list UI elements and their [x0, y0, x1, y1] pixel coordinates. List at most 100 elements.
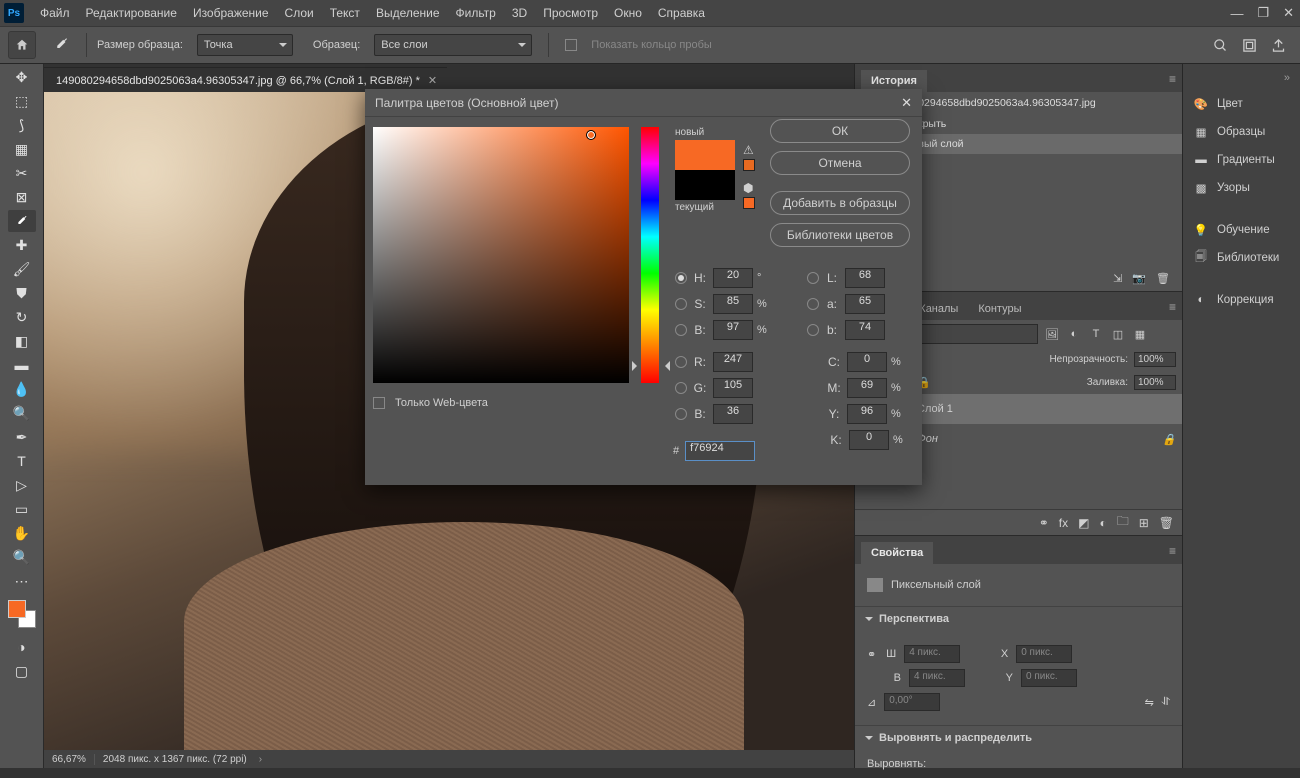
color-panel-shortcut[interactable]: 🎨Цвет — [1189, 90, 1294, 118]
r-field[interactable]: 247 — [713, 352, 753, 372]
g-field[interactable]: 105 — [713, 378, 753, 398]
g-radio[interactable] — [675, 382, 687, 394]
mask-icon[interactable]: ◩ — [1078, 516, 1089, 530]
patterns-panel-shortcut[interactable]: ▩Узоры — [1189, 174, 1294, 202]
websafe-swatch[interactable] — [743, 197, 755, 209]
eyedropper-tool[interactable] — [8, 210, 36, 232]
hue-slider[interactable] — [641, 127, 659, 383]
history-brush-tool[interactable]: ↻ — [8, 306, 36, 328]
b-rgb-field[interactable]: 36 — [713, 404, 753, 424]
fx-icon[interactable]: fx — [1059, 516, 1068, 530]
width-field[interactable]: 4 пикс. — [904, 645, 960, 663]
move-tool[interactable]: ✥ — [8, 66, 36, 88]
crop-tool[interactable]: ✂ — [8, 162, 36, 184]
y-cmyk-field[interactable]: 96 — [847, 404, 887, 424]
lock-icon[interactable]: 🔒 — [1162, 433, 1176, 446]
color-swatches[interactable] — [8, 600, 36, 628]
b-lab-radio[interactable] — [807, 324, 819, 336]
new-color-swatch[interactable] — [675, 140, 735, 170]
s-field[interactable]: 85 — [713, 294, 753, 314]
ok-button[interactable]: ОК — [770, 119, 910, 143]
more-tools[interactable]: ⋯ — [8, 570, 36, 592]
document-info[interactable]: 2048 пикс. x 1367 пикс. (72 ppi) — [95, 754, 255, 765]
delete-layer-icon[interactable]: 🗑 — [1159, 516, 1174, 530]
paths-tab[interactable]: Контуры — [968, 298, 1031, 320]
filter-smart-icon[interactable]: ▦ — [1132, 326, 1148, 342]
saturation-cursor[interactable] — [586, 130, 596, 140]
zoom-tool[interactable]: 🔍 — [8, 546, 36, 568]
sample-size-dropdown[interactable]: Точка — [197, 34, 293, 56]
link-wh-icon[interactable]: ⚭ — [867, 648, 876, 661]
search-icon[interactable] — [1213, 38, 1228, 53]
foreground-color-swatch[interactable] — [8, 600, 26, 618]
filter-adjust-icon[interactable]: ◐ — [1066, 326, 1082, 342]
a-field[interactable]: 65 — [845, 294, 885, 314]
b-lab-field[interactable]: 74 — [845, 320, 885, 340]
menu-view[interactable]: Просмотр — [535, 2, 606, 24]
marquee-tool[interactable]: ⬚ — [8, 90, 36, 112]
sample-layer-dropdown[interactable]: Все слои — [374, 34, 532, 56]
dodge-tool[interactable]: 🔍 — [8, 402, 36, 424]
swatches-panel-shortcut[interactable]: ▦Образцы — [1189, 118, 1294, 146]
websafe-warning-icon[interactable]: ⬢ — [743, 181, 753, 195]
r-radio[interactable] — [675, 356, 687, 368]
filter-text-icon[interactable]: T — [1088, 326, 1104, 342]
heal-tool[interactable]: ✚ — [8, 234, 36, 256]
c-field[interactable]: 0 — [847, 352, 887, 372]
b-hsb-radio[interactable] — [675, 324, 687, 336]
stamp-tool[interactable]: ⛊ — [8, 282, 36, 304]
m-field[interactable]: 69 — [847, 378, 887, 398]
window-minimize[interactable]: — — [1230, 6, 1243, 21]
gamut-warning-icon[interactable]: ⚠ — [743, 143, 754, 157]
frame-tool[interactable]: ⊠ — [8, 186, 36, 208]
new-layer-icon[interactable]: ⊞ — [1139, 516, 1149, 530]
h-radio[interactable] — [675, 272, 687, 284]
s-radio[interactable] — [675, 298, 687, 310]
menu-edit[interactable]: Редактирование — [78, 2, 185, 24]
flip-v-icon[interactable]: ⥯ — [1162, 696, 1170, 709]
l-field[interactable]: 68 — [845, 268, 885, 288]
eraser-tool[interactable]: ◧ — [8, 330, 36, 352]
hand-tool[interactable]: ✋ — [8, 522, 36, 544]
flip-h-icon[interactable]: ⇋ — [1145, 696, 1154, 709]
height-field[interactable]: 4 пикс. — [909, 669, 965, 687]
webonly-checkbox[interactable] — [373, 397, 385, 409]
quickmask-tool[interactable]: ◑ — [8, 636, 36, 658]
shape-tool[interactable]: ▭ — [8, 498, 36, 520]
gradients-panel-shortcut[interactable]: ▬Градиенты — [1189, 146, 1294, 174]
panel-menu-icon[interactable]: ≡ — [1169, 544, 1176, 558]
home-button[interactable] — [8, 31, 36, 59]
a-radio[interactable] — [807, 298, 819, 310]
adjustments-panel-shortcut[interactable]: ◐Коррекция — [1189, 286, 1294, 314]
expand-panels-icon[interactable]: » — [1189, 72, 1294, 90]
group-icon[interactable]: 🗀 — [1117, 512, 1129, 533]
link-layers-icon[interactable]: ⚭ — [1039, 516, 1049, 530]
arrange-icon[interactable] — [1242, 38, 1257, 53]
panel-menu-icon[interactable]: ≡ — [1169, 300, 1176, 314]
object-select-tool[interactable]: ▦ — [8, 138, 36, 160]
libraries-panel-shortcut[interactable]: 🗐Библиотеки — [1189, 244, 1294, 272]
snapshot-icon[interactable]: ⇲ — [1113, 272, 1122, 285]
share-icon[interactable] — [1271, 38, 1286, 53]
saturation-field[interactable] — [373, 127, 629, 383]
gamut-swatch[interactable] — [743, 159, 755, 171]
panel-menu-icon[interactable]: ≡ — [1169, 72, 1176, 86]
filter-shape-icon[interactable]: ◫ — [1110, 326, 1126, 342]
properties-tab[interactable]: Свойства — [861, 542, 933, 564]
fill-field[interactable]: 100% — [1134, 375, 1176, 390]
learn-panel-shortcut[interactable]: 💡Обучение — [1189, 216, 1294, 244]
cancel-button[interactable]: Отмена — [770, 151, 910, 175]
opacity-field[interactable]: 100% — [1134, 352, 1176, 367]
current-color-swatch[interactable] — [675, 170, 735, 200]
current-tool-icon[interactable] — [46, 31, 76, 59]
menu-image[interactable]: Изображение — [185, 2, 277, 24]
pen-tool[interactable]: ✒ — [8, 426, 36, 448]
k-field[interactable]: 0 — [849, 430, 889, 450]
menu-help[interactable]: Справка — [650, 2, 713, 24]
b-rgb-radio[interactable] — [675, 408, 687, 420]
camera-icon[interactable]: 📷 — [1132, 272, 1146, 285]
window-restore[interactable]: ❐ — [1257, 5, 1269, 21]
perspective-section[interactable]: Перспектива — [855, 606, 1182, 631]
menu-layers[interactable]: Слои — [277, 2, 322, 24]
screenmode-tool[interactable]: ▢ — [8, 660, 36, 682]
